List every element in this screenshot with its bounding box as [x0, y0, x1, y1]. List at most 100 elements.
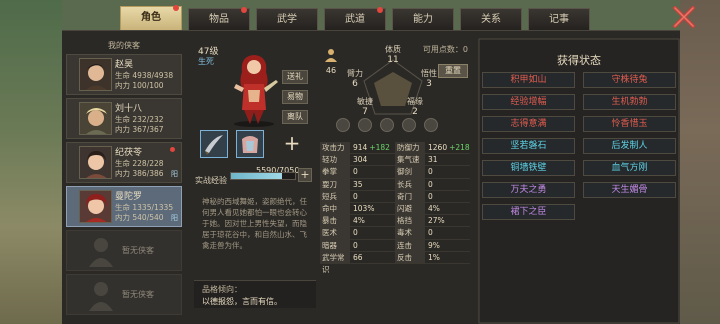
free-points: 可用点数：0	[423, 44, 468, 55]
status-chip[interactable]: 天生媚骨	[583, 182, 676, 198]
accessory-slots	[336, 118, 438, 132]
stat-value: 66	[350, 251, 395, 263]
character-card[interactable]: 赵昊 生命 4938/4938 内力 100/100	[66, 54, 182, 95]
status-chip[interactable]: 裙下之臣	[482, 204, 575, 220]
stat-value-text: 27%	[428, 216, 445, 226]
tab-martial-skills[interactable]: 武学	[256, 8, 318, 30]
stat-name: 防御力	[395, 142, 425, 154]
empty-slot-label: 暂无侠客	[122, 290, 154, 299]
gift-button[interactable]: 送礼	[282, 70, 308, 84]
stat-cell: 格挡 27%	[395, 215, 470, 227]
add-equipment-label: +	[283, 131, 301, 155]
attribute-luck: 福缘 2	[407, 97, 423, 117]
weapon-slot[interactable]	[200, 130, 228, 158]
accessory-slot[interactable]	[358, 118, 372, 132]
notification-dot	[170, 147, 175, 152]
status-chip[interactable]: 志得意满	[482, 116, 575, 132]
stat-value: 0	[425, 178, 470, 190]
close-button[interactable]	[672, 6, 696, 28]
accessory-slot[interactable]	[424, 118, 438, 132]
armor-slot[interactable]	[236, 130, 264, 158]
stat-row: 攻击力 914 +182 防御力 1260 +218	[320, 142, 470, 155]
stat-value-text: 0	[353, 191, 358, 201]
character-name: 曼陀罗	[115, 192, 143, 202]
status-chip[interactable]: 万夫之勇	[482, 182, 575, 198]
stat-value: 4%	[350, 215, 395, 227]
stat-cell: 毒术 0	[395, 227, 470, 239]
status-chip[interactable]: 经验增幅	[482, 94, 575, 110]
character-portrait	[234, 55, 278, 127]
tab-items[interactable]: 物品	[188, 7, 250, 30]
stat-row: 暗器 0 连击 9%	[320, 239, 470, 252]
accessory-slot[interactable]	[336, 118, 350, 132]
stat-cell: 反击 1%	[395, 251, 470, 263]
stat-name: 短兵	[320, 190, 350, 202]
stat-name: 集气速度	[395, 154, 425, 176]
sword-icon	[205, 135, 223, 155]
status-chip[interactable]: 铜墙铁壁	[482, 160, 575, 176]
character-card-selected[interactable]: 曼陀罗 生命 1335/1335 内力 540/540 阳	[66, 186, 182, 227]
status-chip[interactable]: 后发制人	[583, 138, 676, 154]
status-chip[interactable]: 血气方刚	[583, 160, 676, 176]
stat-cell: 短兵 0	[320, 190, 395, 202]
tab-label: 武道	[345, 14, 365, 25]
status-chip[interactable]: 坚若磐石	[482, 138, 575, 154]
stat-name: 暴击	[320, 215, 350, 227]
stat-name: 长兵	[395, 178, 425, 190]
stat-value: 304	[350, 154, 395, 166]
stat-value: 0	[350, 190, 395, 202]
tab-abilities[interactable]: 能力	[392, 8, 454, 30]
status-chip[interactable]: 生机勃勃	[583, 94, 676, 110]
status-chip[interactable]: 怜香惜玉	[583, 116, 676, 132]
stat-value-text: 0	[353, 228, 358, 238]
status-chip[interactable]: 积甲如山	[482, 72, 575, 88]
free-points-label: 可用点数：	[422, 45, 463, 54]
add-exp-button[interactable]: +	[298, 168, 312, 182]
tab-martial-way[interactable]: 武道	[324, 7, 386, 30]
trait-title: 品格倾向：	[202, 285, 242, 294]
stat-value: 1%	[425, 251, 470, 263]
stat-name: 耍刀	[320, 178, 350, 190]
stat-bonus: +218	[449, 143, 470, 152]
tab-character[interactable]: 角色	[120, 5, 182, 30]
stat-cell: 轻功 304	[320, 154, 395, 166]
character-card[interactable]: 刘十八 生命 232/232 内力 367/367	[66, 98, 182, 139]
leave-party-button[interactable]: 离队	[282, 110, 308, 124]
stat-name: 命中	[320, 202, 350, 215]
stat-value: 0	[350, 166, 395, 178]
tab-relations[interactable]: 关系	[460, 8, 522, 30]
reset-button[interactable]: 重置	[438, 64, 468, 78]
stat-cell: 连击 9%	[395, 239, 470, 251]
stat-value: 27%	[425, 215, 470, 227]
character-detail: 47级 生死 送礼 易物 离队 + 实战经验 5590/7050 + 神秘的西域…	[190, 38, 472, 324]
stat-value-text: 0	[428, 228, 433, 238]
stat-value-text: 0	[428, 167, 433, 177]
stat-value-text: 0	[428, 191, 433, 201]
stat-name: 奇门	[395, 190, 425, 202]
map-background-right	[680, 0, 720, 324]
stats-table: 攻击力914+182防御力1260+218轻功304集气速度31拳掌0御剑0耍刀…	[320, 142, 470, 274]
trade-button[interactable]: 易物	[282, 90, 308, 104]
silhouette-icon	[89, 282, 113, 311]
stat-row: 拳掌 0 御剑 0	[320, 166, 470, 179]
accessory-slot[interactable]	[380, 118, 394, 132]
mp-stat: 内力 367/367	[115, 125, 164, 134]
stat-name: 武学常识	[320, 251, 350, 274]
stat-value-text: 1%	[428, 252, 440, 262]
character-card[interactable]: 纪茯苓 生命 228/228 内力 386/386 阳	[66, 142, 182, 183]
stat-value-text: 66	[353, 252, 363, 262]
stat-value-text: 0	[353, 167, 358, 177]
mp-stat: 内力 540/540	[115, 213, 164, 222]
stat-value-text: 0	[428, 179, 433, 189]
tab-label: 物品	[209, 14, 229, 25]
silhouette-icon	[89, 238, 113, 267]
mp-stat: 内力 386/386	[115, 169, 164, 178]
add-equipment-button[interactable]: +	[278, 130, 306, 158]
stat-value: 0	[425, 227, 470, 239]
trait-box: 品格倾向： 以德报怨，言而有信。	[194, 280, 316, 308]
stat-row: 短兵 0 奇门 0	[320, 190, 470, 203]
tab-journal[interactable]: 记事	[528, 8, 590, 30]
accessory-slot[interactable]	[402, 118, 416, 132]
stat-cell: 御剑 0	[395, 166, 470, 178]
status-chip[interactable]: 守株待兔	[583, 72, 676, 88]
